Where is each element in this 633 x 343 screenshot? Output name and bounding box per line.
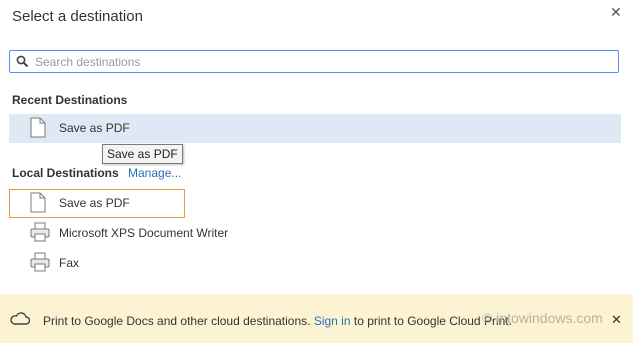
cloud-icon bbox=[10, 312, 30, 325]
banner-text-before: Print to Google Docs and other cloud des… bbox=[43, 314, 314, 328]
tooltip: Save as PDF bbox=[102, 144, 183, 164]
search-box[interactable] bbox=[9, 50, 619, 73]
sign-in-link[interactable]: Sign in bbox=[314, 314, 351, 328]
cloud-print-banner: Print to Google Docs and other cloud des… bbox=[0, 294, 633, 343]
destination-label: Fax bbox=[59, 256, 80, 270]
printer-icon bbox=[30, 222, 50, 242]
destination-label: Save as PDF bbox=[59, 196, 130, 210]
banner-message: Print to Google Docs and other cloud des… bbox=[43, 314, 512, 328]
document-icon bbox=[30, 192, 46, 213]
document-icon bbox=[30, 117, 46, 138]
recent-destination-save-as-pdf[interactable]: Save as PDF bbox=[9, 114, 621, 143]
local-destination-save-as-pdf[interactable]: Save as PDF bbox=[9, 189, 185, 218]
local-destination-microsoft-xps[interactable]: Microsoft XPS Document Writer bbox=[9, 219, 621, 248]
local-destinations-heading: Local Destinations bbox=[12, 166, 119, 180]
dialog-title: Select a destination bbox=[12, 8, 143, 25]
watermark: © intowindows.com bbox=[482, 310, 603, 326]
close-icon[interactable]: ✕ bbox=[611, 312, 622, 328]
close-icon[interactable]: ✕ bbox=[610, 4, 622, 21]
search-icon bbox=[16, 55, 29, 68]
manage-link[interactable]: Manage... bbox=[128, 166, 181, 180]
destination-label: Save as PDF bbox=[59, 121, 130, 135]
local-destination-fax[interactable]: Fax bbox=[9, 249, 621, 278]
destination-label: Microsoft XPS Document Writer bbox=[59, 226, 229, 240]
recent-destinations-heading: Recent Destinations bbox=[12, 93, 128, 107]
printer-icon bbox=[30, 252, 50, 272]
search-input[interactable] bbox=[35, 51, 605, 72]
